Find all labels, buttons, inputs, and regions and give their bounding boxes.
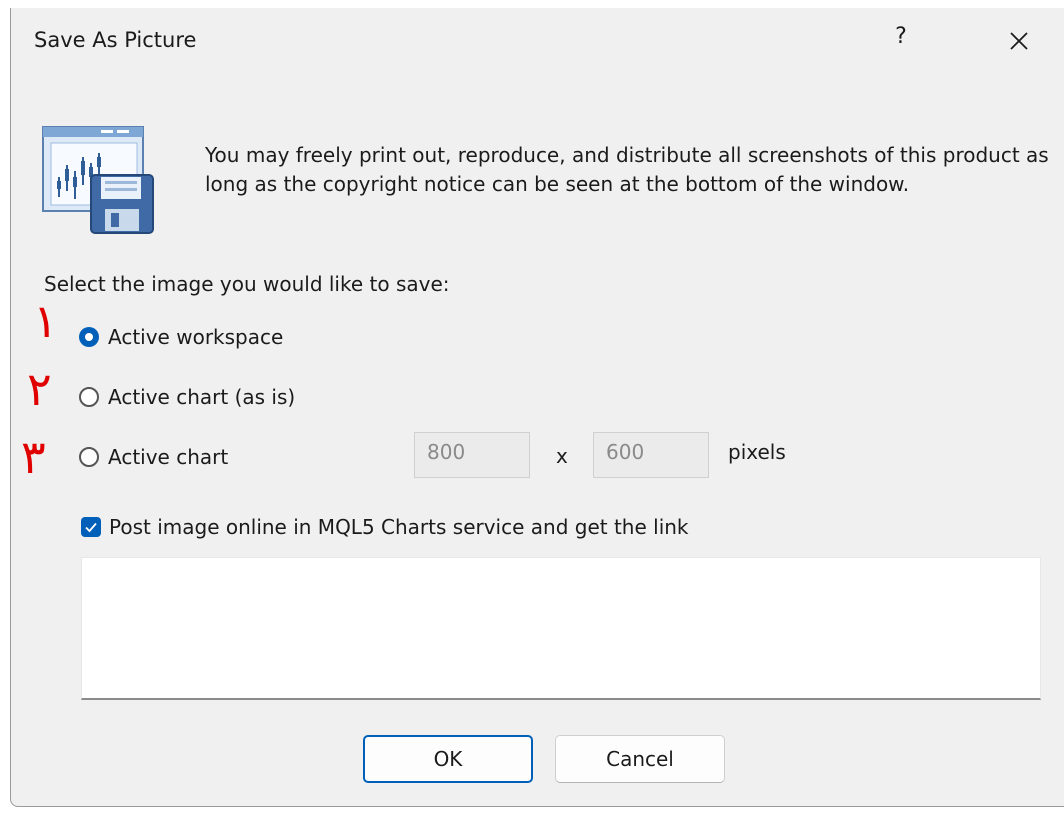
annotation-1: ١ xyxy=(33,294,58,348)
option-label: Active workspace xyxy=(108,325,284,349)
image-link-field[interactable] xyxy=(81,557,1041,700)
dialog-title: Save As Picture xyxy=(34,28,197,52)
annotation-3: ٣ xyxy=(21,430,46,484)
height-input[interactable] xyxy=(593,432,709,478)
ok-button[interactable]: OK xyxy=(363,735,533,783)
title-bar: Save As Picture ? xyxy=(11,8,1064,74)
radio-active-chart-as-is[interactable] xyxy=(79,387,99,407)
option-active-chart-as-is[interactable]: Active chart (as is) xyxy=(79,380,295,414)
cancel-button[interactable]: Cancel xyxy=(555,735,725,783)
option-active-chart-custom[interactable]: Active chart xyxy=(79,440,228,474)
select-image-label: Select the image you would like to save: xyxy=(44,272,450,296)
option-label: Active chart (as is) xyxy=(108,385,296,409)
radio-active-chart-custom[interactable] xyxy=(79,447,99,467)
close-button[interactable] xyxy=(1004,26,1034,56)
dimension-unit: pixels xyxy=(728,440,786,464)
option-label: Active chart xyxy=(108,445,229,469)
close-icon xyxy=(1010,32,1028,50)
chart-save-icon xyxy=(42,126,154,234)
option-active-workspace[interactable]: Active workspace xyxy=(79,320,283,354)
post-online-label: Post image online in MQL5 Charts service… xyxy=(109,515,689,539)
help-button[interactable]: ? xyxy=(889,24,913,49)
save-as-picture-dialog: Save As Picture ? You may freely print o… xyxy=(10,8,1064,807)
checkmark-icon xyxy=(85,522,97,533)
copyright-notice: You may freely print out, reproduce, and… xyxy=(205,143,1049,196)
width-input[interactable] xyxy=(414,432,530,478)
dimension-separator: x xyxy=(556,444,568,468)
post-online-checkbox[interactable] xyxy=(81,517,101,537)
annotation-2: ٢ xyxy=(27,362,52,416)
post-online-option[interactable]: Post image online in MQL5 Charts service… xyxy=(81,510,689,544)
radio-active-workspace[interactable] xyxy=(79,327,99,347)
